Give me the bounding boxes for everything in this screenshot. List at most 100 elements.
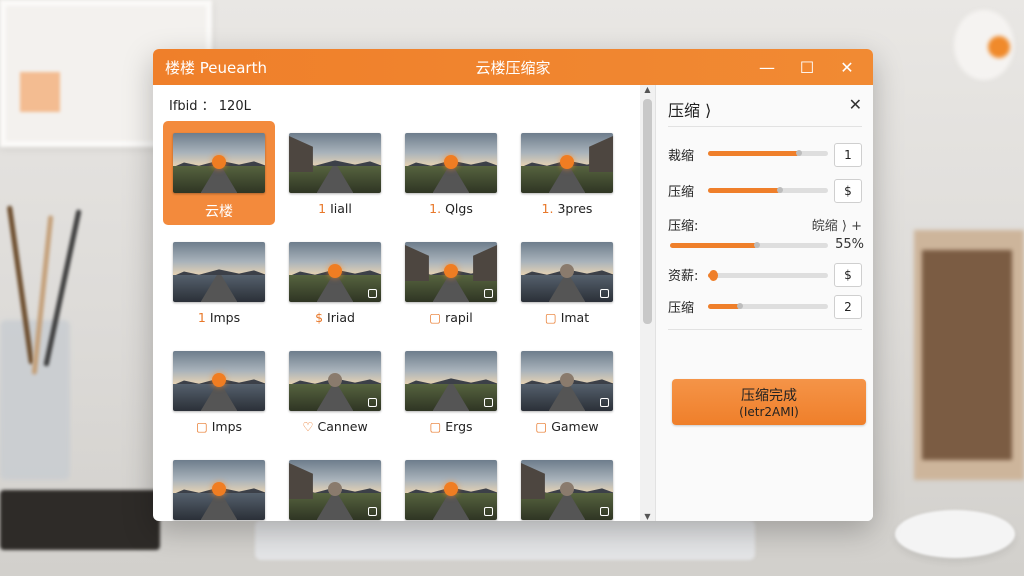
- thumbnail-tile[interactable]: $ Iriad: [279, 230, 391, 334]
- select-checkbox-icon[interactable]: [368, 398, 377, 407]
- thumbnail-tile[interactable]: 1 Imps: [163, 230, 275, 334]
- thumbnail-caption: ♡ Cannew: [279, 419, 391, 434]
- file-type-icon: $: [315, 310, 324, 325]
- caption-text: Ergs: [445, 419, 473, 434]
- slider-fill: [708, 304, 741, 309]
- select-checkbox-icon[interactable]: [600, 289, 609, 298]
- thumbnail-image: [521, 351, 613, 411]
- compress-done-button[interactable]: 压缩完成 (Ietr2AMI): [672, 379, 866, 425]
- thumbnail-tile[interactable]: 1 Iiall: [279, 121, 391, 225]
- select-checkbox-icon[interactable]: [484, 289, 493, 298]
- window-controls: — ☐ ✕: [747, 49, 867, 85]
- panel-title: 压缩 ⟩: [668, 101, 712, 120]
- caption-text: Imps: [211, 419, 243, 434]
- thumbnail-image: [289, 242, 381, 302]
- setting-label: 裁缩: [668, 149, 695, 164]
- gallery-scrollbar[interactable]: ▲ ▼: [640, 85, 655, 521]
- thumbnail-tile[interactable]: ▢ Gamew: [511, 339, 623, 443]
- thumbnail-tile[interactable]: ♡ Cannew: [279, 339, 391, 443]
- thumbnail-caption: 1 Imps: [163, 310, 275, 325]
- thumbnail-caption: ▢ Imat: [511, 310, 623, 325]
- close-button[interactable]: ✕: [827, 49, 867, 85]
- button-sublabel: (Ietr2AMI): [739, 405, 799, 419]
- title-bar[interactable]: 楼楼 Peuearth 云楼压缩家 — ☐ ✕: [153, 49, 873, 85]
- setting-stepper[interactable]: 2: [834, 295, 862, 319]
- setting-stepper[interactable]: 1: [834, 143, 862, 167]
- panel-close-icon[interactable]: ✕: [849, 95, 862, 114]
- caption-text: Qlgs: [445, 201, 473, 216]
- scroll-down-icon[interactable]: ▼: [640, 512, 655, 521]
- setting-slider[interactable]: [708, 187, 828, 193]
- thumbnail-tile[interactable]: ▢ Ergs: [395, 339, 507, 443]
- slider-knob[interactable]: [737, 303, 744, 309]
- caption-text: Gamew: [551, 419, 599, 434]
- setting-label: 压缩:: [668, 219, 699, 234]
- thumbnail-image: [405, 133, 497, 193]
- caption-text: Iriad: [327, 310, 355, 325]
- select-checkbox-icon[interactable]: [600, 398, 609, 407]
- slider-knob[interactable]: [796, 150, 803, 156]
- select-checkbox-icon[interactable]: [484, 507, 493, 516]
- setting-stepper[interactable]: $: [834, 179, 862, 203]
- setting-label: 压缩: [668, 301, 695, 316]
- file-type-icon: ▢: [429, 310, 442, 325]
- mouse: [895, 510, 1015, 558]
- file-type-icon: ♡: [302, 419, 314, 434]
- main-content: Ifbid ： 120L 云楼 1 Iiall 1. Qlgs 1. 3pres 1 Imps $…: [153, 85, 873, 521]
- thumbnail-image: [173, 460, 265, 520]
- quality-slider[interactable]: [670, 242, 828, 248]
- thumbnail-tile[interactable]: [395, 448, 507, 521]
- slider-fill: [670, 243, 757, 248]
- file-type-icon: 1: [318, 201, 327, 216]
- thumbnail-image: [521, 242, 613, 302]
- thumbnail-tile[interactable]: [163, 448, 275, 521]
- app-name: 楼楼 Peuearth: [165, 58, 267, 77]
- thumbnail-tile[interactable]: ▢ Imps: [163, 339, 275, 443]
- slider-knob[interactable]: [753, 242, 760, 248]
- slider-fill: [708, 188, 780, 193]
- slider-knob[interactable]: [708, 270, 718, 281]
- maximize-button[interactable]: ☐: [787, 49, 827, 85]
- thumbnail-tile[interactable]: [511, 448, 623, 521]
- thumbnail-tile[interactable]: [279, 448, 391, 521]
- thumbnail-tile[interactable]: 1. 3pres: [511, 121, 623, 225]
- slider-knob[interactable]: [777, 187, 783, 193]
- thumbnail-caption: ▢ rapil: [395, 310, 507, 325]
- mode-selector[interactable]: 皖缩 ⟩ +: [812, 215, 862, 234]
- setting-slider[interactable]: [708, 150, 828, 156]
- file-type-icon: 1.: [541, 201, 554, 216]
- caption-text: rapil: [445, 310, 473, 325]
- tablet: [0, 490, 160, 550]
- thumbnail-image: [289, 133, 381, 193]
- select-checkbox-icon[interactable]: [484, 398, 493, 407]
- thumbnail-caption: 1 Iiall: [279, 201, 391, 216]
- select-checkbox-icon[interactable]: [368, 507, 377, 516]
- setting-stepper[interactable]: $: [834, 263, 862, 287]
- scrollbar-thumb[interactable]: [643, 99, 652, 324]
- file-type-icon: ▢: [544, 310, 557, 325]
- minimize-button[interactable]: —: [747, 49, 787, 85]
- caption-text: Cannew: [317, 419, 368, 434]
- background-lamp: [954, 10, 1014, 80]
- thumbnail-caption: 云楼: [163, 201, 275, 221]
- caption-text: 3pres: [557, 201, 593, 216]
- thumbnail-tile[interactable]: 云楼: [163, 121, 275, 225]
- select-checkbox-icon[interactable]: [368, 289, 377, 298]
- thumbnail-tile[interactable]: ▢ rapil: [395, 230, 507, 334]
- thumbnail-image: [289, 460, 381, 520]
- thumbnail-caption: $ Iriad: [279, 310, 391, 325]
- thumbnail-tile[interactable]: 1. Qlgs: [395, 121, 507, 225]
- thumbnail-image: [405, 460, 497, 520]
- file-type-icon: ▢: [429, 419, 442, 434]
- caption-text: Iiall: [330, 201, 352, 216]
- setting-slider[interactable]: [708, 303, 828, 309]
- select-checkbox-icon[interactable]: [600, 507, 609, 516]
- gallery-header: Ifbid ： 120L: [169, 99, 251, 114]
- background-shelf: [914, 230, 1024, 480]
- thumbnail-caption: ▢ Ergs: [395, 419, 507, 434]
- scroll-up-icon[interactable]: ▲: [640, 85, 655, 94]
- setting-slider[interactable]: [708, 270, 828, 281]
- thumbnail-tile[interactable]: ▢ Imat: [511, 230, 623, 334]
- file-type-icon: 1: [197, 310, 206, 325]
- thumbnail-caption: ▢ Imps: [163, 419, 275, 434]
